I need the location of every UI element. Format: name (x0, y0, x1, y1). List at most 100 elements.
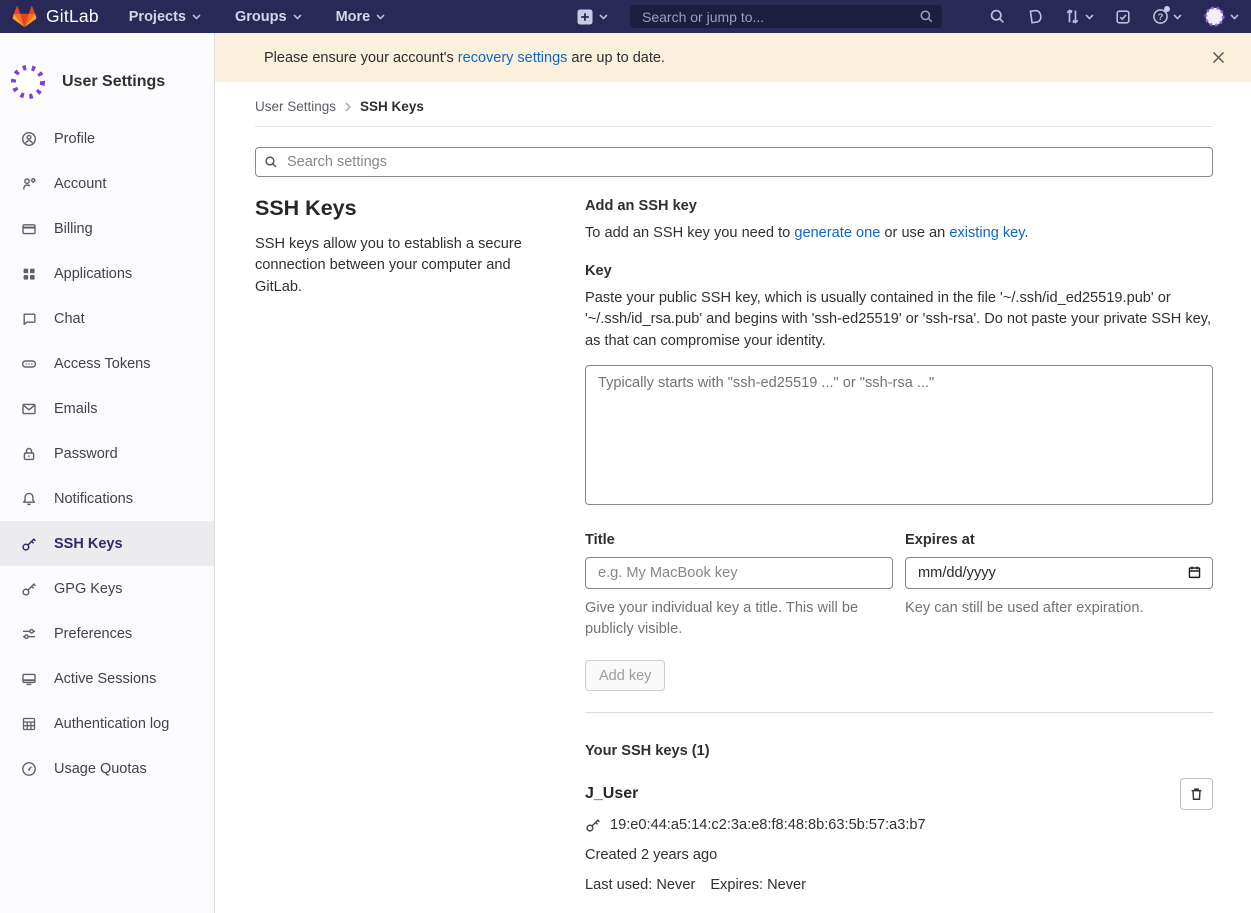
token-icon (21, 356, 37, 372)
log-table-icon (21, 716, 37, 732)
ssh-key-textarea[interactable] (585, 365, 1213, 505)
expires-at-label: Expires at (905, 532, 1213, 548)
key-help-text: Paste your public SSH key, which is usua… (585, 288, 1213, 351)
top-navbar: GitLab Projects Groups More (0, 0, 1251, 33)
search-icon (919, 9, 934, 24)
lock-icon (21, 446, 37, 462)
chevron-down-icon (1173, 14, 1182, 20)
chevron-down-icon (599, 14, 608, 20)
sidebar-item-access-tokens[interactable]: Access Tokens (0, 341, 214, 386)
brand-name: GitLab (46, 6, 99, 27)
close-icon (1212, 51, 1225, 64)
page-title: SSH Keys (255, 196, 555, 221)
ssh-key-expires: Expires: Never (710, 877, 806, 893)
sidebar-item-password[interactable]: Password (0, 431, 214, 476)
search-icon (264, 155, 278, 169)
envelope-icon (21, 401, 37, 417)
ssh-key-usage: Last used: Never Expires: Never (585, 877, 1213, 893)
calendar-icon[interactable] (1187, 565, 1202, 580)
page-description: SSH keys allow you to establish a secure… (255, 234, 540, 297)
todo-check-icon (1115, 9, 1131, 25)
sidebar-item-preferences[interactable]: Preferences (0, 611, 214, 656)
navbar-search[interactable] (630, 5, 942, 28)
key-icon (585, 817, 601, 833)
delete-key-button[interactable] (1180, 778, 1213, 810)
sidebar-item-ssh-keys[interactable]: SSH Keys (0, 521, 214, 566)
ssh-key-title: J_User (585, 785, 638, 802)
expires-help-text: Key can still be used after expiration. (905, 598, 1213, 619)
credit-card-icon (21, 221, 37, 237)
ssh-key-fingerprint: 19:e0:44:a5:14:c2:3a:e8:f8:48:8b:63:5b:5… (610, 817, 926, 833)
trash-icon (1189, 786, 1204, 802)
date-placeholder: mm/dd/yyyy (918, 565, 996, 581)
ssh-key-created: Created 2 years ago (585, 847, 1213, 863)
alert-close-button[interactable] (1208, 47, 1229, 68)
sidebar-item-active-sessions[interactable]: Active Sessions (0, 656, 214, 701)
nav-menu-more[interactable]: More (336, 9, 386, 25)
ssh-key-last-used: Last used: Never (585, 877, 695, 893)
your-ssh-keys-heading: Your SSH keys (1) (585, 743, 1213, 759)
bell-icon (21, 491, 37, 507)
title-label: Title (585, 532, 893, 548)
applications-grid-icon (21, 266, 37, 282)
avatar (1203, 5, 1226, 28)
settings-search (255, 147, 1213, 177)
navbar-search-button[interactable] (989, 8, 1006, 25)
chevron-right-icon (345, 102, 351, 112)
svg-text:?: ? (1158, 12, 1164, 23)
settings-sidebar: User Settings Profile Account Billing Ap… (0, 33, 215, 913)
gitlab-tanuki-icon (12, 5, 37, 29)
breadcrumb-user-settings[interactable]: User Settings (255, 99, 336, 114)
add-key-button[interactable]: Add key (585, 660, 665, 691)
chevron-down-icon (192, 14, 201, 20)
add-ssh-key-heading: Add an SSH key (585, 198, 1213, 214)
nav-menu-groups[interactable]: Groups (235, 9, 302, 25)
sidebar-item-authentication-log[interactable]: Authentication log (0, 701, 214, 746)
user-menu-button[interactable] (1203, 5, 1239, 28)
breadcrumb: User Settings SSH Keys (255, 99, 1213, 114)
help-icon: ? (1152, 8, 1169, 25)
ssh-key-entry: J_User 19:e0:44:a5:14:c2:3a:e8:f8:48:8b:… (585, 785, 1213, 913)
section-divider (585, 712, 1213, 713)
issues-icon (1027, 8, 1043, 25)
existing-key-link[interactable]: existing key (949, 225, 1024, 241)
settings-search-input[interactable] (255, 147, 1213, 177)
recovery-settings-link[interactable]: recovery settings (458, 50, 568, 66)
sidebar-item-account[interactable]: Account (0, 161, 214, 206)
key-title-input[interactable] (585, 557, 893, 589)
gauge-icon (21, 761, 37, 777)
alert-text: Please ensure your account's recovery se… (264, 50, 665, 66)
sidebar-item-emails[interactable]: Emails (0, 386, 214, 431)
nav-menu-projects[interactable]: Projects (129, 9, 201, 25)
account-icon (21, 176, 37, 192)
sidebar-item-gpg-keys[interactable]: GPG Keys (0, 566, 214, 611)
add-ssh-key-intro: To add an SSH key you need to generate o… (585, 225, 1213, 241)
sidebar-item-billing[interactable]: Billing (0, 206, 214, 251)
profile-icon (21, 131, 37, 147)
sidebar-title: User Settings (62, 73, 165, 91)
navbar-search-input[interactable] (630, 5, 942, 28)
gitlab-home-link[interactable]: GitLab (12, 5, 99, 29)
help-menu-button[interactable]: ? (1152, 8, 1182, 25)
sidebar-item-profile[interactable]: Profile (0, 116, 214, 161)
monitor-icon (21, 671, 37, 687)
user-settings-avatar (8, 62, 48, 102)
title-help-text: Give your individual key a title. This w… (585, 598, 893, 640)
sidebar-item-notifications[interactable]: Notifications (0, 476, 214, 521)
search-icon (989, 8, 1006, 25)
chevron-down-icon (293, 14, 302, 20)
merge-requests-button[interactable] (1064, 8, 1094, 25)
expires-at-input[interactable]: mm/dd/yyyy (905, 557, 1213, 589)
sidebar-item-usage-quotas[interactable]: Usage Quotas (0, 746, 214, 791)
plus-square-icon (577, 9, 593, 25)
generate-one-link[interactable]: generate one (794, 225, 880, 241)
issues-button[interactable] (1027, 8, 1043, 25)
key-icon (21, 536, 37, 552)
sidebar-item-chat[interactable]: Chat (0, 296, 214, 341)
new-menu-button[interactable] (577, 9, 608, 25)
alert-banner: Please ensure your account's recovery se… (215, 33, 1251, 82)
todos-button[interactable] (1115, 9, 1131, 25)
merge-request-icon (1064, 8, 1081, 25)
sidebar-item-applications[interactable]: Applications (0, 251, 214, 296)
breadcrumb-divider (255, 126, 1213, 127)
